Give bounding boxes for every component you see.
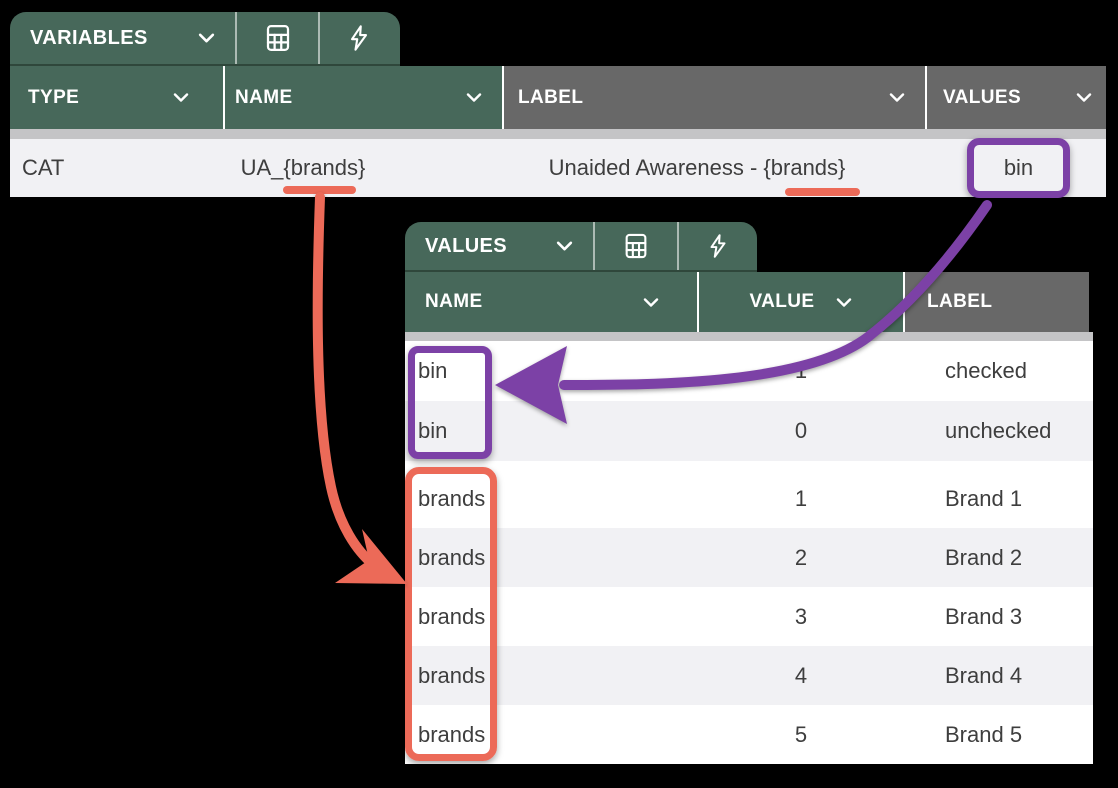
column-header-name[interactable]: NAME — [405, 272, 697, 332]
column-header-label[interactable]: LABEL — [502, 66, 925, 129]
cell-label[interactable]: Brand 3 — [945, 587, 1022, 646]
purple-highlight-box-bin-value: bin — [967, 138, 1070, 198]
purple-highlight-box-bin-rows — [408, 346, 492, 459]
column-header-type[interactable]: TYPE — [10, 66, 223, 129]
chevron-down-icon[interactable] — [643, 298, 659, 307]
cell-value[interactable]: 2 — [697, 528, 905, 587]
column-header-value-label: VALUE — [750, 291, 815, 313]
column-header-label-label: LABEL — [927, 291, 992, 313]
red-arrow-head — [335, 529, 407, 584]
group-separator — [405, 461, 1093, 469]
column-header-name-label: NAME — [425, 291, 483, 313]
values-tab-label: VALUES — [425, 235, 507, 258]
red-highlight-box-brands-rows — [405, 467, 497, 761]
table-row[interactable]: brands 5 Brand 5 — [405, 705, 1093, 764]
table-row[interactable]: bin 0 unchecked — [405, 401, 1093, 461]
chevron-down-icon[interactable] — [173, 93, 189, 102]
scrollbar-track[interactable] — [10, 129, 1106, 139]
chevron-down-icon — [198, 33, 215, 43]
table-row[interactable]: brands 1 Brand 1 — [405, 469, 1093, 528]
cell-label[interactable]: checked — [945, 341, 1027, 401]
chevron-down-icon[interactable] — [1076, 93, 1092, 102]
column-header-values[interactable]: VALUES — [925, 66, 1106, 129]
table-row[interactable]: bin 1 checked — [405, 341, 1093, 401]
chevron-down-icon[interactable] — [889, 93, 905, 102]
table-row[interactable]: brands 4 Brand 4 — [405, 646, 1093, 705]
cell-label[interactable]: Brand 5 — [945, 705, 1022, 764]
column-header-values-label: VALUES — [943, 87, 1021, 109]
variables-tab[interactable]: VARIABLES — [10, 12, 235, 64]
cell-value[interactable]: 4 — [697, 646, 905, 705]
column-header-value[interactable]: VALUE — [697, 272, 903, 332]
lightning-bolt-icon — [345, 24, 373, 52]
calculator-button[interactable] — [235, 12, 318, 64]
table-row[interactable]: brands 2 Brand 2 — [405, 528, 1093, 587]
red-underline-name-brands — [283, 186, 356, 194]
variables-header-row: TYPE NAME LABEL VALU — [10, 66, 1106, 129]
values-header-row: NAME VALUE LABEL — [405, 272, 1093, 332]
column-header-label[interactable]: LABEL — [903, 272, 1089, 332]
variables-tab-label: VARIABLES — [30, 27, 148, 50]
cell-type[interactable]: CAT — [22, 139, 64, 197]
column-header-name-label: NAME — [235, 87, 293, 109]
values-rows: bin 1 checked bin 0 unchecked brands 1 B… — [405, 341, 1093, 764]
lightning-button[interactable] — [318, 12, 398, 64]
variables-data-row: CAT UA_{brands} Unaided Awareness - {bra… — [10, 139, 1106, 197]
lightning-bolt-icon — [705, 233, 731, 259]
cell-value[interactable]: 0 — [697, 401, 905, 461]
cell-label[interactable]: unchecked — [945, 401, 1051, 461]
chevron-down-icon[interactable] — [836, 298, 852, 307]
screenshot-canvas: VARIABLES — [0, 0, 1118, 788]
values-tab[interactable]: VALUES — [405, 222, 593, 270]
scrollbar-track[interactable] — [405, 332, 1093, 341]
cell-label[interactable]: Brand 4 — [945, 646, 1022, 705]
values-tab-bar: VALUES — [405, 222, 757, 272]
calculator-icon — [622, 232, 650, 260]
cell-value[interactable]: 3 — [697, 587, 905, 646]
red-underline-label-brands — [785, 188, 860, 196]
lightning-button[interactable] — [677, 222, 757, 270]
cell-label[interactable]: Brand 1 — [945, 469, 1022, 528]
cell-values[interactable]: bin — [974, 145, 1063, 191]
red-arrow — [318, 197, 375, 566]
calculator-button[interactable] — [593, 222, 677, 270]
cell-label[interactable]: Brand 2 — [945, 528, 1022, 587]
column-header-type-label: TYPE — [28, 87, 79, 109]
table-row[interactable]: brands 3 Brand 3 — [405, 587, 1093, 646]
column-header-label-label: LABEL — [518, 87, 583, 109]
variables-tab-bar: VARIABLES — [10, 12, 400, 66]
cell-value[interactable]: 5 — [697, 705, 905, 764]
column-header-name[interactable]: NAME — [223, 66, 502, 129]
cell-value[interactable]: 1 — [697, 469, 905, 528]
cell-value[interactable]: 1 — [697, 341, 905, 401]
chevron-down-icon — [556, 241, 573, 251]
calculator-icon — [263, 23, 293, 53]
chevron-down-icon[interactable] — [466, 93, 482, 102]
